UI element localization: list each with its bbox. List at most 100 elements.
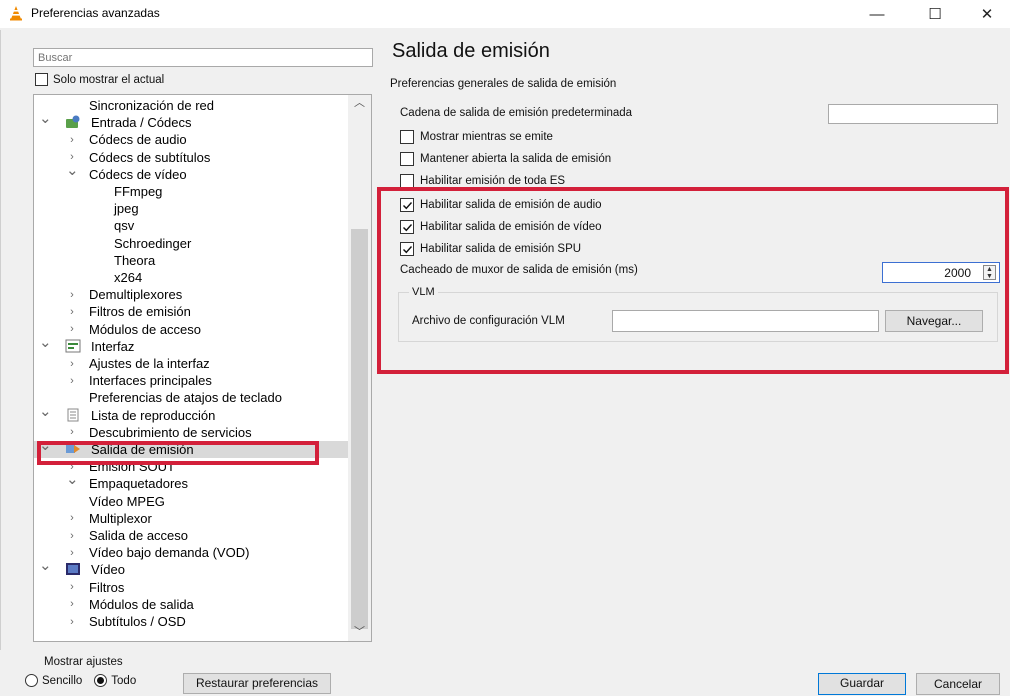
cadena-label-row: Cadena de salida de emisión predetermina…: [400, 107, 632, 119]
tree-item[interactable]: Sincronización de red: [34, 97, 348, 114]
tree-item[interactable]: › Códecs de audio: [34, 131, 348, 148]
chevron-right-icon[interactable]: ›: [66, 512, 78, 524]
chevron-right-icon[interactable]: ›: [66, 289, 78, 301]
close-button[interactable]: ✕: [964, 0, 1010, 28]
tree-item[interactable]: › Módulos de salida: [34, 596, 348, 613]
tree-item[interactable]: Vídeo MPEG: [34, 493, 348, 510]
solo-mostrar-checkbox[interactable]: [35, 73, 48, 86]
radio-todo[interactable]: [94, 674, 108, 687]
chevron-right-icon[interactable]: ›: [66, 616, 78, 628]
maximize-button[interactable]: ☐: [912, 0, 958, 28]
tree-item-label: Códecs de vídeo: [89, 166, 187, 182]
tree-item[interactable]: › Salida de acceso: [34, 527, 348, 544]
restaurar-preferencias-button[interactable]: Restaurar preferencias: [183, 673, 331, 694]
tree-item[interactable]: ⌄ Interfaz: [34, 334, 348, 355]
mostrar-ajustes-legend: Mostrar ajustes: [44, 656, 123, 668]
tree-item[interactable]: x264: [34, 269, 348, 286]
chevron-right-icon[interactable]: ›: [66, 306, 78, 318]
vlc-cone-icon: [10, 6, 22, 21]
tree-item[interactable]: FFmpeg: [34, 183, 348, 200]
chevron-right-icon[interactable]: ›: [66, 581, 78, 593]
tree-item-label: Schroedinger: [114, 235, 192, 251]
tree-item[interactable]: › Filtros: [34, 579, 348, 596]
tree-item-label: qsv: [114, 218, 135, 234]
chevron-right-icon[interactable]: ›: [66, 426, 78, 438]
tree-item[interactable]: ⌄ Códecs de vídeo: [34, 162, 348, 183]
checkbox-unchecked[interactable]: [400, 152, 414, 166]
radio-todo-label: Todo: [111, 674, 137, 687]
highlight-box-options: [377, 187, 1009, 374]
video-icon: [65, 562, 81, 576]
tree-item-label: FFmpeg: [114, 184, 163, 199]
tree-item[interactable]: jpeg: [34, 200, 348, 217]
option-checkbox-row[interactable]: Habilitar emisión de toda ES: [400, 174, 565, 188]
tree-item-label: Multiplexor: [89, 510, 152, 526]
tree-item[interactable]: › Interfaces principales: [34, 372, 348, 389]
tree-item[interactable]: › Descubrimiento de servicios: [34, 424, 348, 441]
tree-item-label: Salida de acceso: [89, 528, 189, 543]
cancelar-button[interactable]: Cancelar: [916, 673, 1000, 695]
minimize-button[interactable]: —: [854, 0, 900, 28]
tree-item[interactable]: ⌄ Lista de reproducción: [34, 403, 348, 424]
chevron-right-icon[interactable]: ›: [66, 547, 78, 559]
option-checkbox-row[interactable]: Mantener abierta la salida de emisión: [400, 152, 611, 166]
solo-mostrar-checkbox-row[interactable]: Solo mostrar el actual: [35, 73, 164, 86]
chevron-right-icon[interactable]: ›: [66, 598, 78, 610]
option-label: Mantener abierta la salida de emisión: [420, 153, 612, 165]
scroll-up-arrow-icon[interactable]: ︿: [348, 95, 371, 112]
scrollbar-thumb[interactable]: [351, 229, 368, 629]
guardar-button[interactable]: Guardar: [818, 673, 906, 695]
chevron-right-icon[interactable]: ›: [66, 323, 78, 335]
preferences-window: Preferencias avanzadas — ☐ ✕ Solo mostra…: [0, 0, 1010, 696]
chevron-right-icon[interactable]: ›: [66, 375, 78, 387]
tree-item[interactable]: › Vídeo bajo demanda (VOD): [34, 544, 348, 561]
cadena-label: Cadena de salida de emisión predetermina…: [400, 107, 633, 119]
tree-item[interactable]: qsv: [34, 217, 348, 234]
chevron-right-icon[interactable]: ›: [66, 530, 78, 542]
chevron-down-icon[interactable]: ⌄: [39, 109, 52, 127]
checkbox-unchecked[interactable]: [400, 174, 414, 188]
tree-item[interactable]: Preferencias de atajos de teclado: [34, 389, 348, 406]
tree-scrollbar[interactable]: ︿ ﹀: [348, 95, 371, 641]
tree-item-label: Empaquetadores: [89, 476, 189, 492]
tree-item[interactable]: ⌄ Entrada / Códecs: [34, 110, 348, 131]
tree-item[interactable]: › Subtítulos / OSD: [34, 613, 348, 630]
chevron-down-icon[interactable]: ⌄: [39, 333, 52, 351]
chevron-down-icon[interactable]: ⌄: [66, 470, 79, 488]
tree-item-label: Interfaz: [91, 338, 135, 354]
preferences-tree[interactable]: ︿ ﹀ Sincronización de red ⌄ Entrada / Códe…: [33, 94, 372, 642]
chevron-down-icon[interactable]: ⌄: [66, 161, 79, 179]
tree-item[interactable]: › Módulos de acceso: [34, 321, 348, 338]
tree-item[interactable]: Theora: [34, 252, 348, 269]
tree-item[interactable]: › Multiplexor: [34, 510, 348, 527]
mostrar-ajustes-radios: Sencillo Todo: [25, 674, 136, 687]
radio-sencillo[interactable]: [25, 674, 38, 687]
playlist-icon: [65, 408, 81, 422]
option-checkbox-row[interactable]: Mostrar mientras se emite: [400, 130, 553, 144]
tree-item[interactable]: Schroedinger: [34, 235, 348, 252]
tree-item-label: Theora: [114, 252, 156, 268]
tree-item-label: Vídeo bajo demanda (VOD): [89, 545, 250, 561]
chevron-right-icon[interactable]: ›: [66, 134, 78, 146]
chevron-down-icon[interactable]: ⌄: [39, 402, 52, 420]
tree-item[interactable]: › Códecs de subtítulos: [34, 149, 348, 166]
checkbox-unchecked[interactable]: [400, 130, 414, 144]
tree-item[interactable]: › Ajustes de la interfaz: [34, 355, 348, 372]
tree-item-label: Ajustes de la interfaz: [89, 356, 210, 371]
input-codecs-icon: [65, 115, 81, 129]
tree-item-label: Filtros de emisión: [89, 304, 191, 320]
tree-item-label: Descubrimiento de servicios: [89, 424, 252, 440]
solo-mostrar-label: Solo mostrar el actual: [53, 73, 165, 86]
tree-item-label: Sincronización de red: [89, 98, 215, 113]
tree-item[interactable]: ⌄ Vídeo: [34, 557, 348, 578]
tree-item[interactable]: › Filtros de emisión: [34, 303, 348, 320]
chevron-down-icon[interactable]: ⌄: [39, 556, 52, 574]
tree-item-label: Entrada / Códecs: [91, 115, 192, 131]
chevron-right-icon[interactable]: ›: [66, 358, 78, 370]
tree-item[interactable]: › Demultiplexores: [34, 286, 348, 303]
scroll-down-arrow-icon[interactable]: ﹀: [348, 624, 371, 641]
search-input[interactable]: [33, 48, 373, 67]
cadena-input[interactable]: [828, 104, 998, 124]
tree-item[interactable]: ⌄ Empaquetadores: [34, 471, 348, 492]
window-title: Preferencias avanzadas: [31, 6, 160, 20]
